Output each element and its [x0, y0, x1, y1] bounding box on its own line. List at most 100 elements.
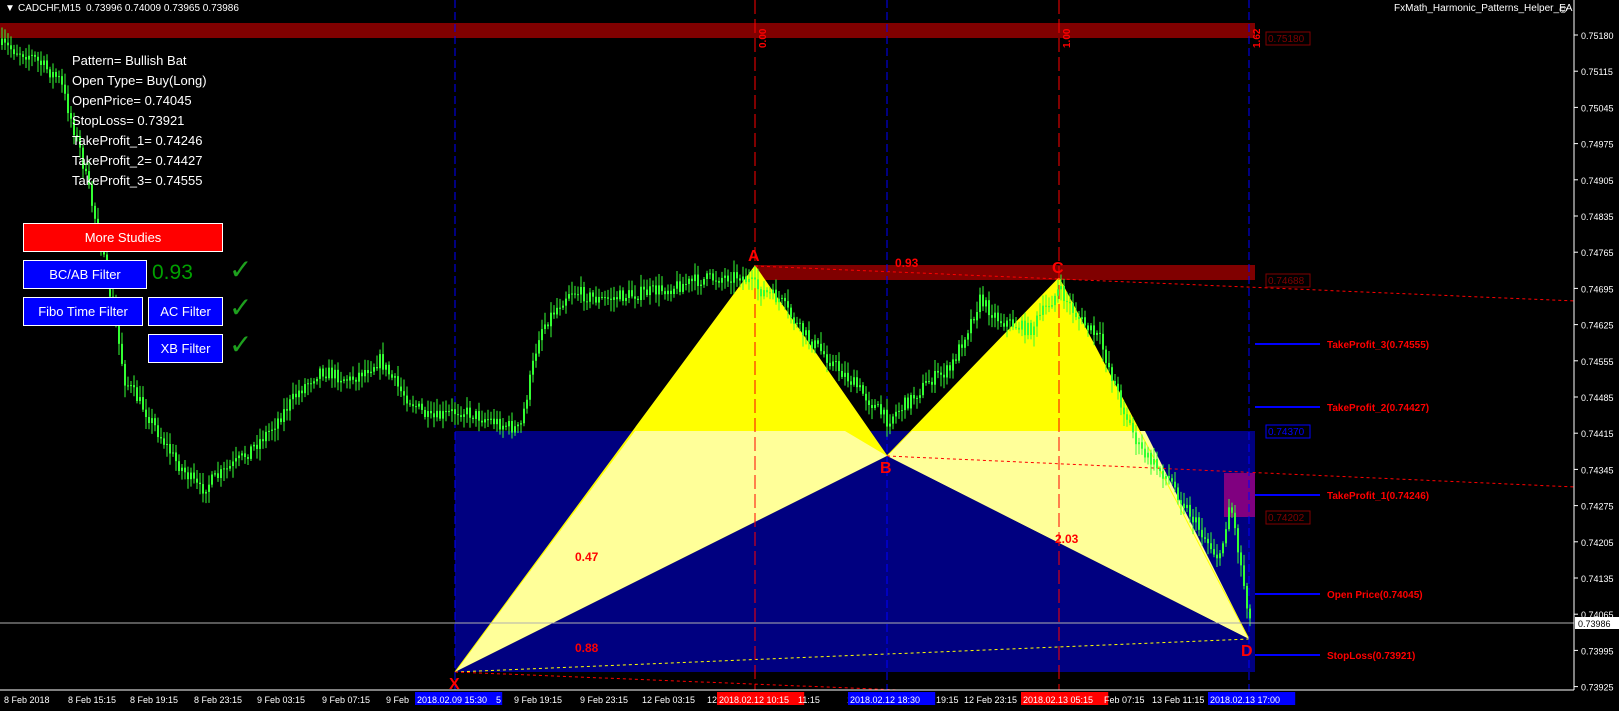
- candle-body: [481, 420, 483, 423]
- candle-body: [688, 278, 690, 285]
- candle-body: [736, 272, 738, 279]
- time-tick-label: 2018.02.09 15:30: [417, 695, 487, 705]
- candle-body: [505, 425, 507, 427]
- ac-filter-button[interactable]: AC Filter: [148, 297, 223, 326]
- candle-body: [988, 300, 990, 316]
- point-a-label: A: [748, 248, 760, 265]
- candle-body: [892, 416, 894, 424]
- time-ratio-c: 1.00: [1062, 28, 1073, 48]
- ac-check-icon: ✓: [229, 291, 253, 324]
- candle-body: [1186, 504, 1188, 508]
- candle-body: [520, 423, 522, 425]
- candle-body: [274, 428, 276, 430]
- candle-body: [466, 407, 468, 415]
- candle-body: [385, 364, 387, 370]
- candle-body: [1144, 448, 1146, 458]
- candle-body: [1180, 500, 1182, 504]
- candle-body: [964, 339, 966, 348]
- candle-body: [844, 372, 846, 377]
- candle-body: [58, 76, 60, 78]
- candle-body: [598, 296, 600, 303]
- price-tick-label: 0.74835: [1581, 212, 1614, 222]
- candle-body: [1177, 487, 1179, 501]
- candle-body: [214, 473, 216, 475]
- candle-body: [934, 370, 936, 385]
- candle-body: [1204, 537, 1206, 539]
- candle-body: [121, 343, 123, 364]
- candle-body: [1159, 468, 1161, 471]
- candle-body: [319, 368, 321, 379]
- candle-body: [556, 307, 558, 315]
- candle-body: [874, 404, 876, 409]
- candle-body: [10, 45, 12, 50]
- candle-body: [802, 323, 804, 336]
- info-open-price: OpenPrice= 0.74045: [72, 93, 192, 108]
- candle-body: [7, 42, 9, 46]
- candle-body: [1234, 512, 1236, 529]
- xb-filter-button[interactable]: XB Filter: [148, 334, 223, 363]
- candle-body: [583, 286, 585, 302]
- time-tick-label: 2018.02.12 18:30: [850, 695, 920, 705]
- candle-body: [1030, 322, 1032, 336]
- candle-body: [487, 419, 489, 421]
- candle-body: [1072, 303, 1074, 313]
- candle-body: [1210, 543, 1212, 550]
- smile-icon[interactable]: ☺: [1557, 2, 1569, 16]
- candle-body: [991, 315, 993, 318]
- candle-body: [28, 55, 30, 60]
- candle-body: [574, 293, 576, 295]
- candle-body: [1120, 390, 1122, 408]
- info-tp3: TakeProfit_3= 0.74555: [72, 173, 203, 188]
- candle-body: [1123, 407, 1125, 415]
- candle-body: [679, 281, 681, 292]
- chart-menu-icon[interactable]: ▼: [5, 3, 15, 14]
- candle-body: [1003, 323, 1005, 327]
- time-ratio-d: 1.62: [1252, 28, 1263, 48]
- candle-body: [811, 341, 813, 349]
- candle-body: [1090, 325, 1092, 331]
- candle-body: [1147, 452, 1149, 458]
- candle-body: [1099, 332, 1101, 334]
- candle-body: [820, 343, 822, 352]
- time-tick-label: 8 Feb 23:15: [194, 695, 242, 705]
- ac-dark-red-band: [754, 265, 1255, 280]
- chart-symbol: CADCHF,M15: [18, 3, 81, 14]
- price-tick-label: 0.73925: [1581, 683, 1614, 693]
- candle-body: [568, 294, 570, 299]
- candle-body: [478, 411, 480, 421]
- fibo-time-filter-button[interactable]: Fibo Time Filter: [23, 297, 143, 326]
- candle-body: [148, 417, 150, 424]
- candle-body: [256, 444, 258, 449]
- candle-body: [1171, 478, 1173, 482]
- candle-body: [955, 359, 957, 361]
- point-c-label: C: [1052, 260, 1064, 277]
- candle-body: [628, 290, 630, 298]
- candle-body: [451, 409, 453, 412]
- time-tick-label: 2018.02.13 17:00: [1210, 695, 1280, 705]
- candle-body: [427, 411, 429, 417]
- candle-body: [1054, 295, 1056, 306]
- candle-body: [1126, 414, 1128, 420]
- candle-body: [1027, 322, 1029, 336]
- candle-body: [1228, 507, 1230, 530]
- candle-body: [1078, 317, 1080, 320]
- candle-body: [370, 371, 372, 374]
- candle-body: [670, 290, 672, 295]
- candle-body: [925, 381, 927, 383]
- candle-body: [886, 409, 888, 427]
- candle-body: [163, 438, 165, 445]
- candle-body: [157, 425, 159, 438]
- candle-body: [202, 484, 204, 494]
- candle-body: [37, 56, 39, 61]
- candle-body: [997, 312, 999, 322]
- more-studies-button[interactable]: More Studies: [23, 223, 223, 252]
- candle-body: [841, 370, 843, 377]
- box-label-blue: 0.74370: [1268, 427, 1305, 438]
- candle-body: [661, 285, 663, 292]
- bc-ab-filter-button[interactable]: BC/AB Filter: [23, 260, 147, 289]
- candle-body: [1156, 459, 1158, 469]
- time-tick-label: 12 Feb 03:15: [642, 695, 695, 705]
- candle-body: [265, 431, 267, 442]
- candle-body: [334, 369, 336, 379]
- candle-body: [421, 403, 423, 410]
